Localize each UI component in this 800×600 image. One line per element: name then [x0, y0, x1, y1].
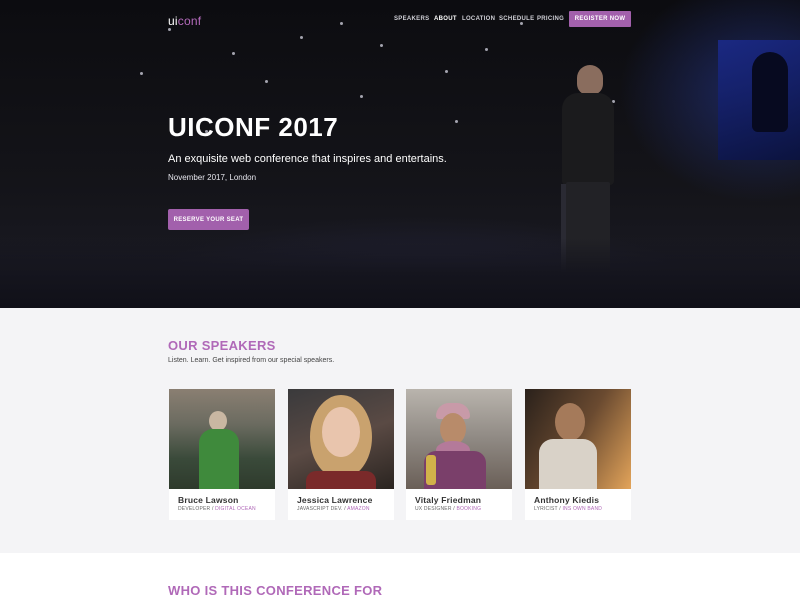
nav-link-location[interactable]: LOCATION — [462, 16, 495, 22]
speaker-card-vitaly-friedman[interactable]: Vitaly Friedman UX DESIGNER / BOOKING — [406, 389, 512, 520]
speaker-photo — [169, 389, 275, 489]
hero-subtitle: An exquisite web conference that inspire… — [168, 153, 447, 165]
reserve-seat-button[interactable]: RESERVE YOUR SEAT — [168, 209, 249, 230]
speaker-name: Anthony Kiedis — [534, 495, 600, 505]
nav-link-pricing[interactable]: PRICING — [537, 16, 564, 22]
nav-link-speakers[interactable]: SPEAKERS — [394, 16, 429, 22]
speaker-card-anthony-kiedis[interactable]: Anthony Kiedis LYRICIST / INS OWN BAND — [525, 389, 631, 520]
stage-screen-figure — [752, 52, 788, 132]
speaker-role: JAVASCRIPT DEV. / AMAZON — [297, 506, 370, 512]
speaker-name: Bruce Lawson — [178, 495, 239, 505]
speaker-photo — [406, 389, 512, 489]
logo-conf: conf — [177, 14, 202, 28]
stage-speaker-body — [562, 93, 614, 185]
speaker-role: UX DESIGNER / BOOKING — [415, 506, 482, 512]
speaker-photo — [288, 389, 394, 489]
register-now-button[interactable]: REGISTER NOW — [569, 11, 631, 27]
hero-date-location: November 2017, London — [168, 173, 257, 182]
hero-title: UICONF 2017 — [168, 112, 339, 142]
nav-link-about[interactable]: ABOUT — [434, 16, 457, 22]
speakers-section-title: OUR SPEAKERS — [168, 338, 276, 353]
stage-speaker-head — [577, 65, 603, 95]
speakers-section-subtitle: Listen. Learn. Get inspired from our spe… — [168, 357, 335, 364]
speaker-card-bruce-lawson[interactable]: Bruce Lawson DEVELOPER / DIGITAL OCEAN — [169, 389, 275, 520]
nav-link-schedule[interactable]: SCHEDULE — [499, 16, 534, 22]
speaker-role: DEVELOPER / DIGITAL OCEAN — [178, 506, 256, 512]
hero-section: uiconf SPEAKERS ABOUT LOCATION SCHEDULE … — [0, 0, 800, 308]
speaker-role: LYRICIST / INS OWN BAND — [534, 506, 603, 512]
speaker-photo — [525, 389, 631, 489]
speaker-name: Jessica Lawrence — [297, 495, 373, 505]
site-logo[interactable]: uiconf — [168, 14, 201, 28]
speaker-card-jessica-lawrence[interactable]: Jessica Lawrence JAVASCRIPT DEV. / AMAZO… — [288, 389, 394, 520]
audience-silhouette — [0, 238, 800, 308]
audience-section-title: WHO IS THIS CONFERENCE FOR — [168, 583, 383, 598]
audience-section — [0, 553, 800, 600]
speaker-name: Vitaly Friedman — [415, 495, 482, 505]
logo-ui: ui — [168, 14, 178, 28]
